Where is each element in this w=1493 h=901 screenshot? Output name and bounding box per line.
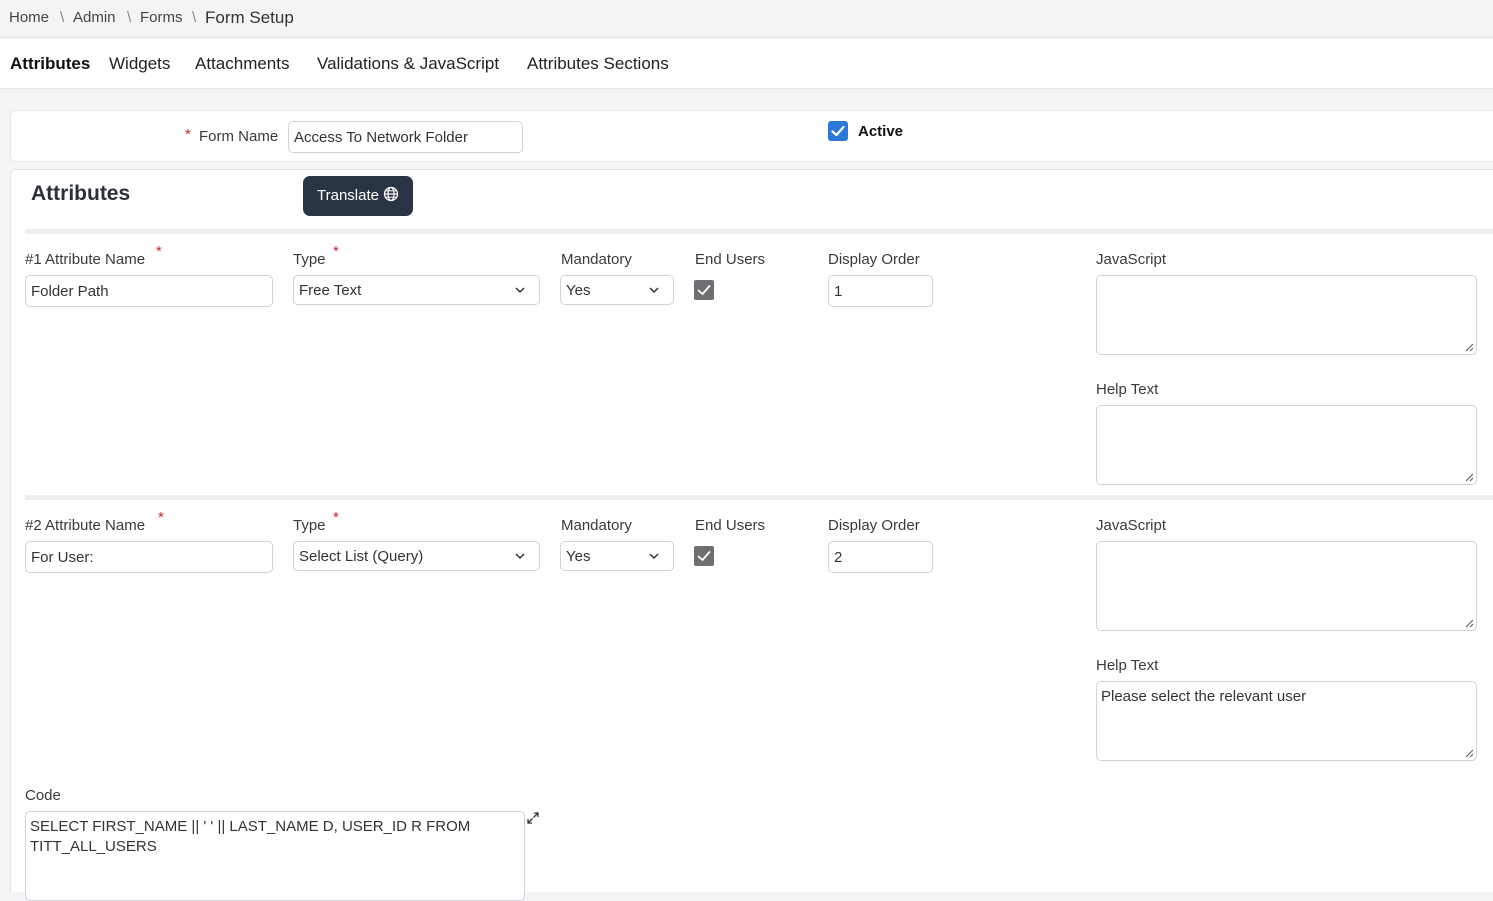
section-divider [25, 229, 1493, 234]
resize-handle-icon[interactable] [1465, 619, 1474, 628]
required-mark: * [156, 243, 162, 260]
end-users-checkbox[interactable] [694, 280, 714, 300]
help-text-label: Help Text [1096, 657, 1159, 674]
chevron-down-icon [515, 287, 525, 294]
translate-button[interactable]: Translate [303, 176, 413, 216]
mandatory-select-value: Yes [566, 282, 591, 299]
mandatory-label: Mandatory [561, 517, 632, 534]
active-checkbox[interactable] [828, 121, 848, 141]
resize-handle-icon[interactable] [1465, 343, 1474, 352]
globe-icon [383, 186, 399, 202]
code-textarea[interactable]: SELECT FIRST_NAME || ' ' || LAST_NAME D,… [25, 811, 525, 901]
tab-attributes[interactable]: Attributes [10, 54, 90, 74]
resize-handle-icon[interactable] [1465, 473, 1474, 482]
end-users-checkbox[interactable] [694, 546, 714, 566]
breadcrumb-separator: \ [60, 9, 65, 26]
code-textarea-value: SELECT FIRST_NAME || ' ' || LAST_NAME D,… [30, 818, 471, 855]
help-text-label: Help Text [1096, 381, 1159, 398]
display-order-label: Display Order [828, 517, 920, 534]
type-select-value: Free Text [299, 282, 362, 299]
type-select[interactable]: Select List (Query) [293, 541, 540, 571]
required-mark: * [185, 126, 191, 143]
javascript-label: JavaScript [1096, 517, 1167, 534]
check-icon [697, 285, 711, 295]
display-order-input[interactable]: 1 [828, 275, 933, 307]
attribute-name-label: #2 Attribute Name [25, 517, 146, 534]
resize-handle-icon[interactable] [1465, 749, 1474, 758]
tab-validations-javascript[interactable]: Validations & JavaScript [317, 54, 499, 74]
attribute-name-input[interactable]: Folder Path [25, 275, 273, 307]
end-users-label: End Users [695, 251, 766, 268]
check-icon [831, 125, 845, 137]
help-text-textarea-value: Please select the relevant user [1101, 688, 1307, 705]
mandatory-select-value: Yes [566, 548, 591, 565]
help-text-textarea[interactable] [1096, 405, 1477, 485]
breadcrumb-forms[interactable]: Forms [140, 9, 183, 26]
type-label: Type [293, 251, 326, 268]
breadcrumb-home[interactable]: Home [9, 9, 49, 26]
attribute-divider [25, 495, 1493, 500]
chevron-down-icon [649, 287, 659, 294]
tab-attributes-sections[interactable]: Attributes Sections [527, 54, 669, 74]
attribute-name-label: #1 Attribute Name [25, 251, 146, 268]
mandatory-select[interactable]: Yes [560, 541, 674, 571]
javascript-textarea[interactable] [1096, 541, 1477, 631]
type-label: Type [293, 517, 326, 534]
required-mark: * [158, 509, 164, 526]
form-name-label: Form Name [199, 128, 279, 145]
javascript-label: JavaScript [1096, 251, 1167, 268]
expand-icon[interactable] [526, 811, 540, 825]
tab-attachments[interactable]: Attachments [195, 54, 290, 74]
attribute-name-input[interactable]: For User: [25, 541, 273, 573]
form-name-input[interactable]: Access To Network Folder [288, 121, 523, 153]
required-mark: * [333, 243, 339, 260]
chevron-down-icon [515, 553, 525, 560]
type-select-value: Select List (Query) [299, 548, 424, 565]
check-icon [697, 551, 711, 561]
mandatory-select[interactable]: Yes [560, 275, 674, 305]
breadcrumb-separator: \ [192, 9, 197, 26]
display-order-label: Display Order [828, 251, 920, 268]
tab-bar: Attributes Widgets Attachments Validatio… [0, 39, 1493, 89]
translate-button-label: Translate [317, 187, 379, 204]
section-title: Attributes [31, 182, 131, 205]
end-users-label: End Users [695, 517, 766, 534]
required-mark: * [333, 509, 339, 526]
help-text-textarea[interactable]: Please select the relevant user [1096, 681, 1477, 761]
active-label: Active [858, 123, 904, 140]
javascript-textarea[interactable] [1096, 275, 1477, 355]
tab-widgets[interactable]: Widgets [109, 54, 170, 74]
type-select[interactable]: Free Text [293, 275, 540, 305]
breadcrumb-admin[interactable]: Admin [73, 9, 116, 26]
breadcrumb-current: Form Setup [205, 8, 294, 27]
display-order-input[interactable]: 2 [828, 541, 933, 573]
breadcrumb-separator: \ [127, 9, 132, 26]
code-label: Code [25, 787, 61, 804]
breadcrumb: Home \ Admin \ Forms \ Form Setup [0, 0, 1493, 38]
chevron-down-icon [649, 553, 659, 560]
mandatory-label: Mandatory [561, 251, 632, 268]
